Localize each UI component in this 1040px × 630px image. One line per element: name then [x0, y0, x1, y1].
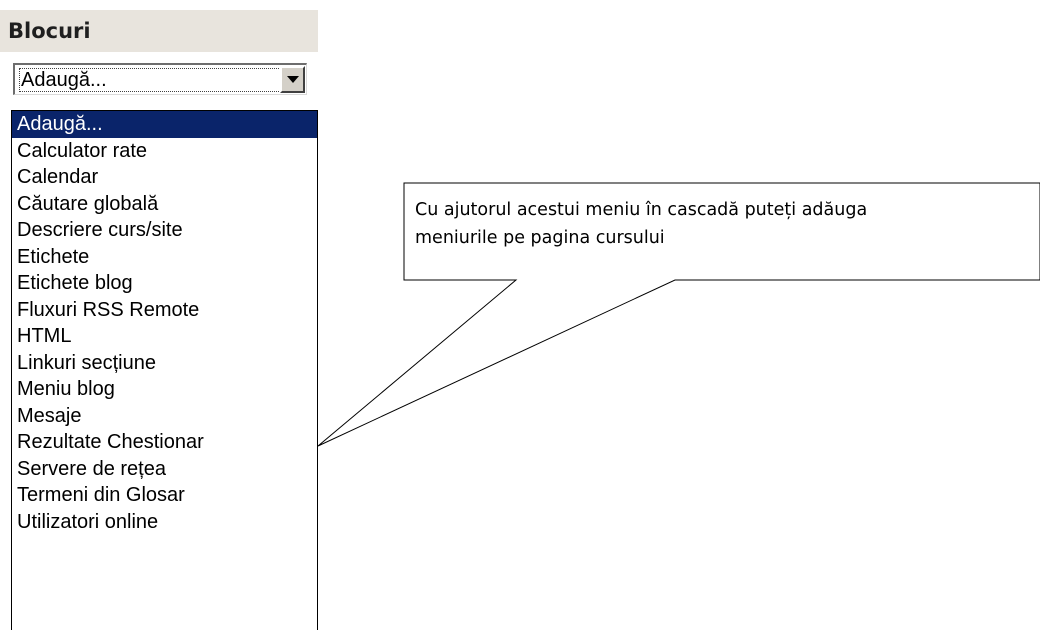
callout-line: Cu ajutorul acestui meniu în cascadă put…	[415, 200, 868, 220]
callout-shape	[317, 182, 1040, 447]
callout-text: Cu ajutorul acestui meniu în cascadă put…	[415, 196, 995, 252]
callout-line: meniurile pe pagina cursului	[415, 228, 665, 248]
